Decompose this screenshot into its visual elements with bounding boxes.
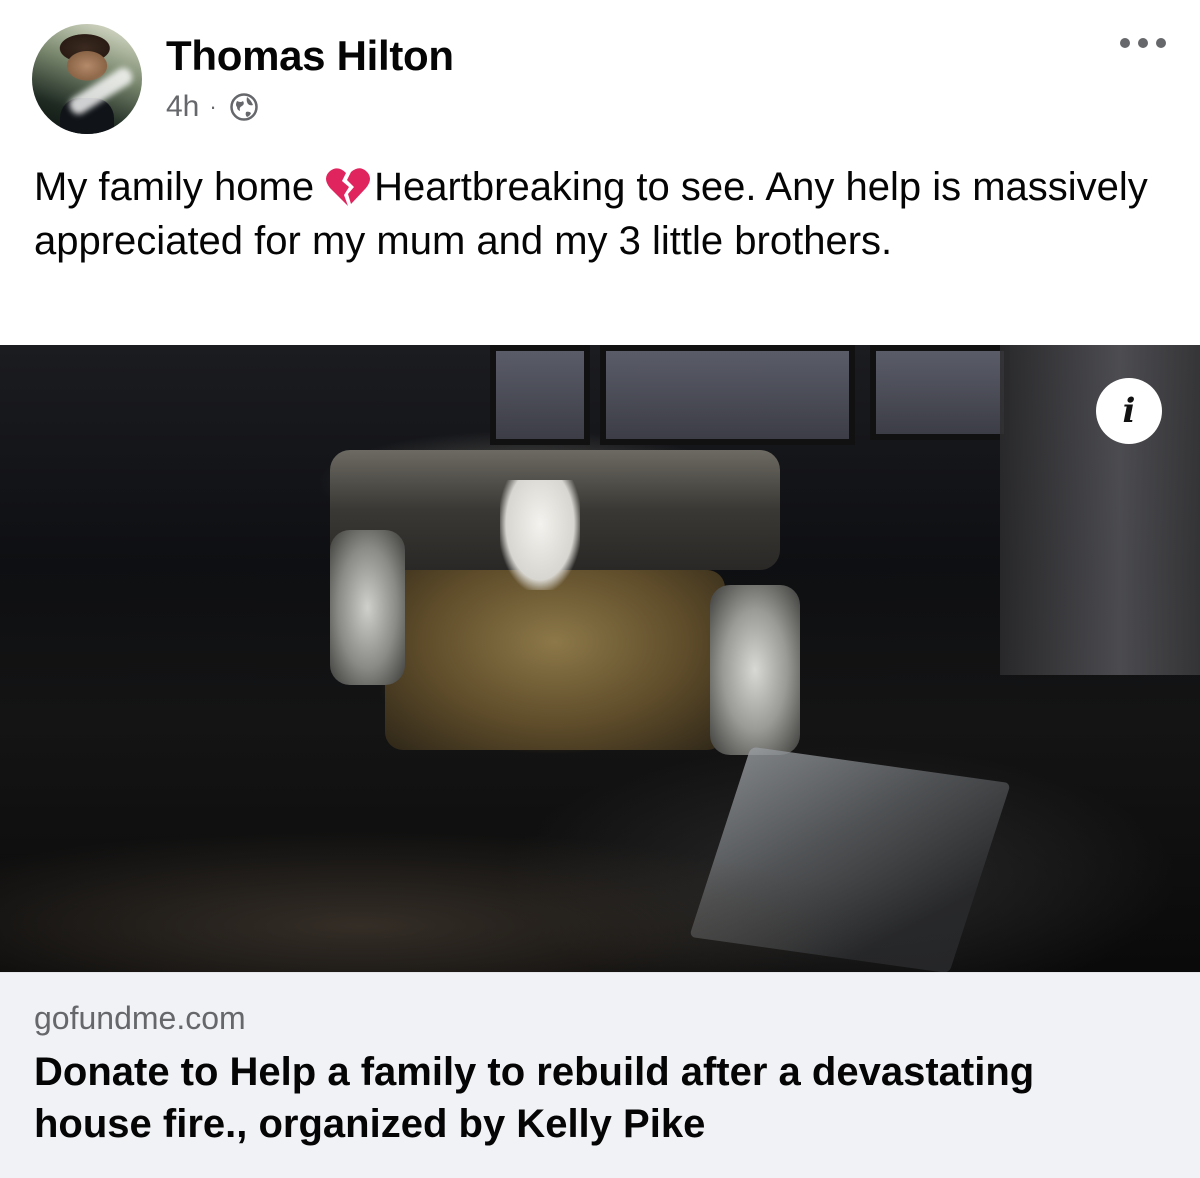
- author-name[interactable]: Thomas Hilton: [166, 32, 454, 80]
- sofa-foam: [500, 480, 580, 590]
- floor-ash: [0, 742, 1200, 972]
- post-photo[interactable]: [0, 345, 1200, 972]
- burnt-window: [490, 345, 590, 445]
- info-icon[interactable]: i: [1096, 378, 1162, 444]
- avatar[interactable]: [32, 24, 142, 134]
- burnt-sofa-seat: [385, 570, 725, 750]
- burnt-sofa-arm: [330, 530, 405, 685]
- burnt-sofa-arm: [710, 585, 800, 755]
- burnt-window: [600, 345, 855, 445]
- more-options-icon[interactable]: [1120, 38, 1166, 48]
- post-text-start: My family home: [34, 165, 315, 209]
- link-domain[interactable]: gofundme.com: [34, 1000, 246, 1037]
- post-time[interactable]: 4h: [166, 90, 199, 124]
- globe-icon[interactable]: [229, 92, 259, 122]
- post-text: My family home Heartbreaking to see. Any…: [34, 160, 1164, 268]
- post-meta: 4h ·: [166, 90, 259, 124]
- link-title[interactable]: Donate to Help a family to rebuild after…: [34, 1046, 1154, 1150]
- broken-heart-icon: [326, 168, 371, 206]
- burnt-window: [870, 345, 1010, 440]
- post-header: Thomas Hilton 4h ·: [0, 0, 1200, 150]
- meta-separator: ·: [209, 94, 217, 119]
